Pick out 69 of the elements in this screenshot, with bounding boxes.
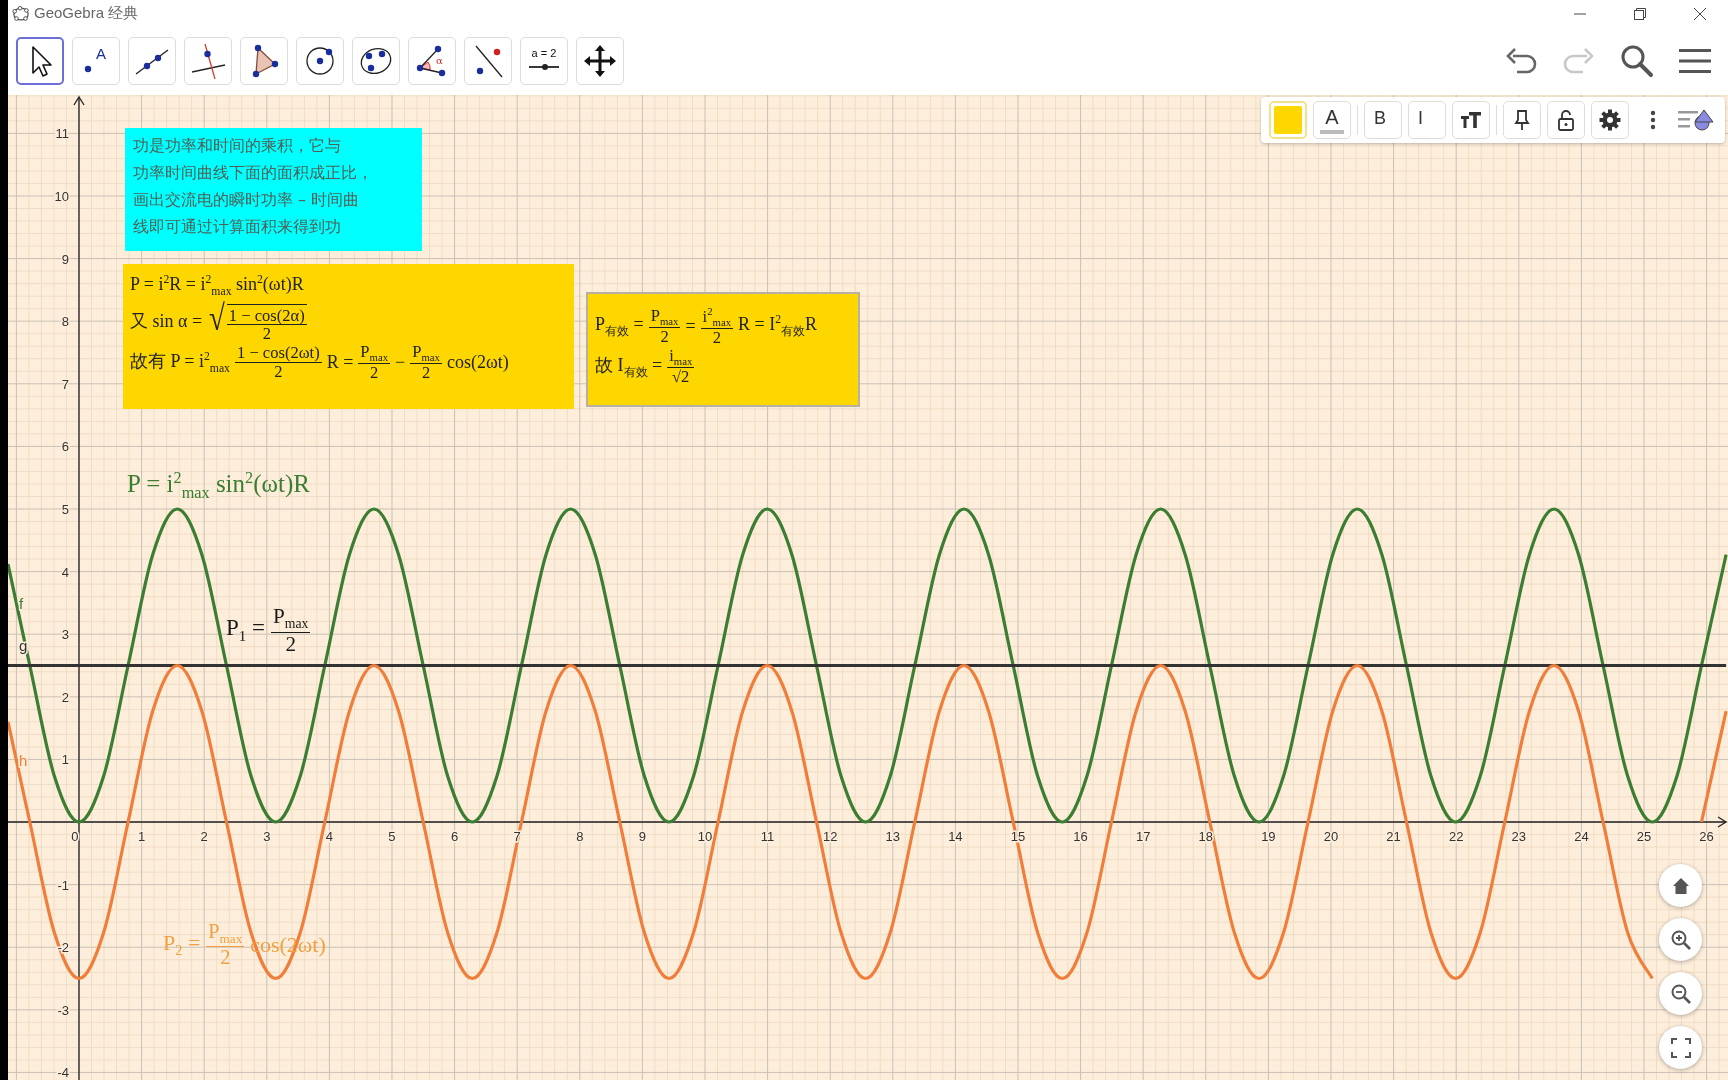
tick-label: 6 (450, 829, 459, 844)
text-size-button[interactable] (1452, 101, 1490, 139)
tick-label: -1 (57, 877, 69, 893)
curve-caption: P$_{1}$ = P$_{max}$ 2 (226, 605, 311, 655)
lock-button[interactable] (1547, 101, 1585, 139)
fullscreen-button[interactable] (1659, 1026, 1702, 1069)
tick-label: 3 (263, 829, 271, 844)
curve-label: f (19, 595, 24, 612)
window-title: GeoGebra 经典 (34, 4, 140, 23)
graphics-view-icon[interactable] (1677, 108, 1717, 132)
formula: P = i$^{2}$R = i$^{2}$$_{max}$ sin$^{2}$(ωt)R (130, 271, 305, 300)
tool-button[interactable] (16, 37, 64, 85)
zoom-in-button[interactable] (1659, 918, 1702, 961)
zoom-out-button[interactable] (1659, 972, 1702, 1015)
home-button[interactable] (1659, 864, 1702, 907)
app-logo-icon (12, 4, 30, 23)
tick-label: 19 (1261, 829, 1276, 844)
curve-caption: P = i$^{2}$$_{max}$ sin$^{2}$(ωt)R (127, 469, 310, 504)
tick-label: 26 (1699, 829, 1714, 844)
close-icon (1694, 7, 1706, 20)
tick-label: 12 (822, 829, 838, 844)
tick-label: 1 (61, 752, 69, 768)
text-color-button[interactable]: A (1313, 101, 1351, 139)
tick-label: 23 (1511, 829, 1526, 844)
italic-button[interactable]: I (1408, 101, 1446, 139)
tick-label: 2 (61, 689, 69, 705)
tick-label: 10 (697, 829, 713, 844)
tick-label: 21 (1386, 829, 1401, 844)
tick-label: 8 (576, 829, 584, 844)
tick-label: 17 (1135, 829, 1151, 844)
tick-label: 7 (61, 376, 69, 392)
tick-label: 20 (1323, 829, 1339, 844)
tick-label: 3 (61, 627, 69, 643)
tick-label: -3 (57, 1002, 69, 1018)
formula: 故 I$_{有效}$ = i$_{max}$ √2 (595, 346, 696, 386)
tick-label: 7 (513, 829, 521, 844)
tick-label: 1 (137, 829, 146, 844)
zoom-in-icon (1669, 928, 1692, 951)
tick-label: 6 (61, 439, 69, 455)
tick-label: 5 (388, 829, 396, 844)
zoom-out-icon (1669, 982, 1692, 1005)
tick-label: 14 (948, 829, 963, 844)
tick-label: 11 (760, 829, 775, 844)
settings-icon (1598, 108, 1622, 132)
tick-label: 2 (200, 829, 208, 844)
tick-label: 9 (61, 251, 69, 267)
tick-label: 8 (61, 314, 69, 330)
tick-label: 13 (885, 829, 900, 844)
tick-label: 25 (1636, 829, 1652, 844)
tick-label: 9 (638, 829, 646, 844)
tick-label: 10 (54, 189, 69, 204)
settings-button[interactable] (1591, 101, 1629, 139)
restore-icon (1634, 7, 1646, 20)
tick-label: 0 (71, 829, 79, 844)
tick-label: 11 (55, 126, 69, 142)
bold-button[interactable]: B (1364, 101, 1402, 139)
tick-label: 5 (61, 502, 69, 517)
tick-label: 4 (325, 829, 333, 844)
tick-label: 16 (1073, 829, 1088, 844)
curve-label: h (19, 752, 28, 769)
text-note: 功是功率和时间的乘积，它与 功率时间曲线下面的面积成正比， 画出交流电的瞬时功率 – 时间曲 线即可通过计算面积来得到功 (125, 128, 422, 251)
search-icon (1619, 43, 1655, 79)
tick-label: -4 (57, 1065, 69, 1080)
fullscreen-icon (1669, 1036, 1692, 1059)
pin-button[interactable] (1503, 101, 1541, 139)
tick-label: 4 (61, 564, 69, 580)
tick-label: 22 (1448, 829, 1464, 844)
more-options-icon[interactable] (1649, 108, 1657, 132)
tick-label: 24 (1574, 829, 1589, 844)
